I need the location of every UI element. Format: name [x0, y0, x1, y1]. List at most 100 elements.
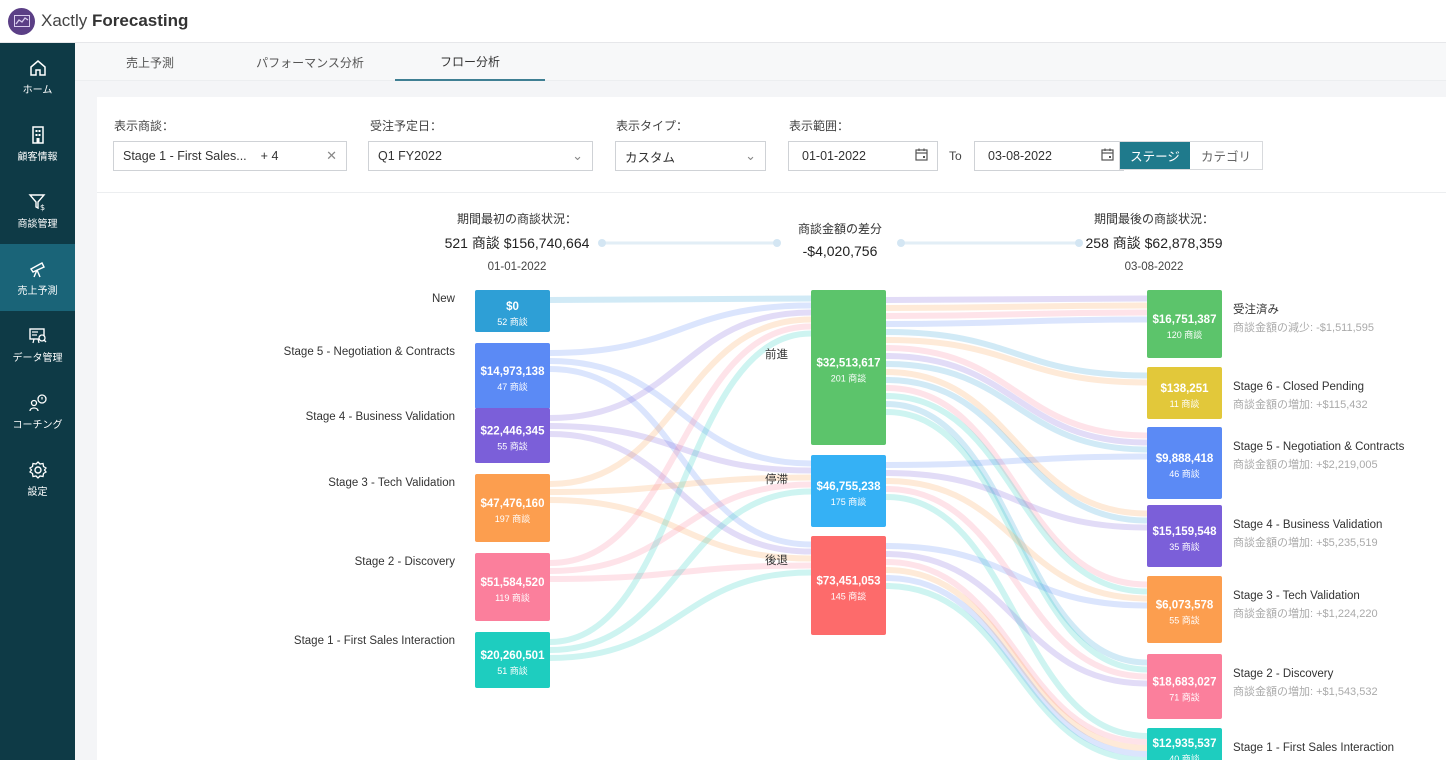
node-label: Stage 3 - Tech Validation	[328, 477, 455, 489]
node-deal-count: 71 商談	[1169, 692, 1200, 703]
home-icon	[29, 59, 46, 76]
node-amount: $12,935,537	[1153, 738, 1217, 750]
svg-text:$: $	[40, 203, 45, 212]
app-title: Xactly Forecasting	[41, 11, 189, 30]
sankey-link	[885, 295, 1148, 303]
node-label: New	[432, 293, 456, 305]
node-change-text: 商談金額の減少: -$1,511,595	[1233, 320, 1374, 334]
sankey-link	[549, 366, 812, 548]
node-deal-count: 35 商談	[1169, 541, 1200, 552]
top-bar: Xactly Forecasting	[0, 0, 1446, 43]
sidebar-item-label: コーチング	[12, 419, 63, 431]
sidebar-item-forecast[interactable]: 売上予測	[0, 244, 75, 311]
node-amount: $138,251	[1161, 383, 1210, 395]
sankey-link	[885, 302, 1148, 311]
sidebar-item-label: データ管理	[12, 352, 63, 364]
node-deal-count: 47 商談	[497, 381, 528, 392]
node-label: 受注済み	[1233, 302, 1279, 316]
node-amount: $20,260,501	[481, 650, 546, 662]
sidebar-item-settings[interactable]: 設定	[0, 445, 75, 512]
node-label: Stage 2 - Discovery	[355, 556, 456, 568]
node-amount: $18,683,027	[1153, 677, 1217, 689]
node-amount: $9,888,418	[1156, 453, 1214, 465]
node-change-text: 商談金額の増加: +$115,432	[1233, 397, 1368, 411]
node-label: Stage 3 - Tech Validation	[1233, 590, 1360, 602]
sankey-node-e-6[interactable]: $138,251 11 商談 Stage 6 - Closed Pending 商談金…	[1147, 367, 1368, 419]
sankey-node-s-3[interactable]: $47,476,160 197 商談 Stage 3 - Tech Validati…	[328, 474, 550, 542]
sidebar-item-coaching[interactable]: コーチング	[0, 378, 75, 445]
coaching-icon	[28, 393, 47, 411]
sankey-node-e-4[interactable]: $15,159,548 35 商談 Stage 4 - Business Valid…	[1147, 505, 1382, 567]
node-change-text: 商談金額の増加: +$5,235,519	[1233, 535, 1378, 549]
node-deal-count: 55 商談	[1169, 615, 1200, 626]
gear-icon	[28, 460, 47, 479]
sidebar-item-home[interactable]: ホーム	[0, 43, 75, 110]
sankey-node-s-new[interactable]: $0 52 商談 New	[432, 290, 550, 332]
sidebar-item-deals[interactable]: $ 商談管理	[0, 177, 75, 244]
sidebar-item-data[interactable]: データ管理	[0, 311, 75, 378]
sankey-nodes: $0 52 商談 New $14,973,138 47 商談 Stage 5 - Nego…	[284, 290, 1405, 760]
node-amount: $51,584,520	[481, 577, 545, 589]
node-deal-count: 55 商談	[497, 441, 528, 452]
sankey-link	[885, 309, 1148, 319]
node-label: Stage 1 - First Sales Interaction	[294, 635, 455, 647]
node-deal-count: 145 商談	[831, 591, 867, 602]
node-label: Stage 5 - Negotiation & Contracts	[1233, 441, 1405, 453]
node-amount: $22,446,345	[481, 426, 546, 438]
sankey-node-e-1[interactable]: $12,935,537 40 商談 Stage 1 - First Sales In…	[1147, 728, 1394, 760]
node-amount: $0	[506, 301, 519, 313]
tab-sales-forecast[interactable]: 売上予測	[75, 43, 225, 81]
tab-bar: 売上予測 パフォーマンス分析 フロー分析	[75, 43, 1446, 81]
node-label: Stage 6 - Closed Pending	[1233, 381, 1364, 393]
sankey-node-e-won[interactable]: $16,751,387 120 商談 受注済み商談金額の減少: -$1,511,59…	[1147, 290, 1374, 358]
sankey-node-e-2[interactable]: $18,683,027 71 商談 Stage 2 - Discovery 商談金額の…	[1147, 654, 1378, 719]
sankey-chart: $0 52 商談 New $14,973,138 47 商談 Stage 5 - Nego…	[284, 290, 1405, 760]
node-deal-count: 52 商談	[497, 316, 528, 327]
node-amount: $6,073,578	[1156, 600, 1214, 612]
node-change-text: 商談金額の増加: +$2,219,005	[1233, 457, 1378, 471]
sidebar-nav: ホーム 顧客情報 $ 商談管理 売上予測 データ管理 コーチング 設定	[0, 43, 75, 760]
node-change-text: 商談金額の増加: +$1,543,532	[1233, 684, 1378, 698]
sankey-node-s-2[interactable]: $51,584,520 119 商談 Stage 2 - Discovery	[355, 553, 550, 621]
node-deal-count: 201 商談	[831, 373, 867, 384]
sidebar-item-label: 設定	[27, 486, 48, 498]
sankey-node-s-5[interactable]: $14,973,138 47 商談 Stage 5 - Negotiation & …	[284, 343, 550, 409]
node-label: Stage 5 - Negotiation & Contracts	[284, 346, 456, 358]
sankey-node-e-5[interactable]: $9,888,418 46 商談 Stage 5 - Negotiation & C…	[1147, 427, 1405, 499]
node-deal-count: 46 商談	[1169, 468, 1200, 479]
funnel-dollar-icon: $	[27, 193, 46, 212]
node-label: 後退	[765, 553, 788, 567]
node-label: Stage 2 - Discovery	[1233, 668, 1334, 680]
sankey-link	[549, 295, 812, 303]
sankey-node-m-stay[interactable]: $46,755,238 175 商談 停滞	[765, 455, 886, 527]
node-amount: $47,476,160	[481, 498, 545, 510]
node-amount: $46,755,238	[817, 481, 882, 493]
sankey-link	[885, 453, 1148, 468]
tab-flow-analysis[interactable]: フロー分析	[395, 43, 545, 81]
node-deal-count: 119 商談	[495, 592, 530, 603]
telescope-icon	[29, 261, 45, 277]
tab-performance-analysis[interactable]: パフォーマンス分析	[225, 43, 395, 81]
sidebar-item-label: 売上予測	[17, 285, 58, 297]
node-deal-count: 120 商談	[1167, 329, 1203, 340]
node-deal-count: 197 商談	[495, 513, 531, 524]
data-board-icon	[28, 327, 46, 343]
node-deal-count: 51 商談	[497, 665, 528, 676]
sankey-node-s-1[interactable]: $20,260,501 51 商談 Stage 1 - First Sales In…	[294, 632, 550, 688]
sankey-link	[885, 316, 1148, 327]
node-deal-count: 40 商談	[1169, 753, 1200, 760]
node-label: Stage 4 - Business Validation	[306, 411, 455, 423]
sidebar-item-customers[interactable]: 顧客情報	[0, 110, 75, 177]
node-label: 前進	[765, 347, 788, 361]
sidebar-item-label: ホーム	[22, 84, 53, 96]
node-label: Stage 1 - First Sales Interaction	[1233, 742, 1394, 754]
sidebar-item-label: 商談管理	[17, 218, 58, 230]
app-logo-icon[interactable]	[8, 7, 35, 35]
node-amount: $32,513,617	[817, 358, 881, 370]
sankey-node-e-3[interactable]: $6,073,578 55 商談 Stage 3 - Tech Validation…	[1147, 576, 1378, 643]
building-icon	[31, 125, 44, 144]
node-label: Stage 4 - Business Validation	[1233, 519, 1382, 531]
sankey-node-s-4[interactable]: $22,446,345 55 商談 Stage 4 - Business Valid…	[306, 408, 550, 463]
node-deal-count: 175 商談	[831, 496, 867, 507]
node-amount: $15,159,548	[1153, 526, 1218, 538]
